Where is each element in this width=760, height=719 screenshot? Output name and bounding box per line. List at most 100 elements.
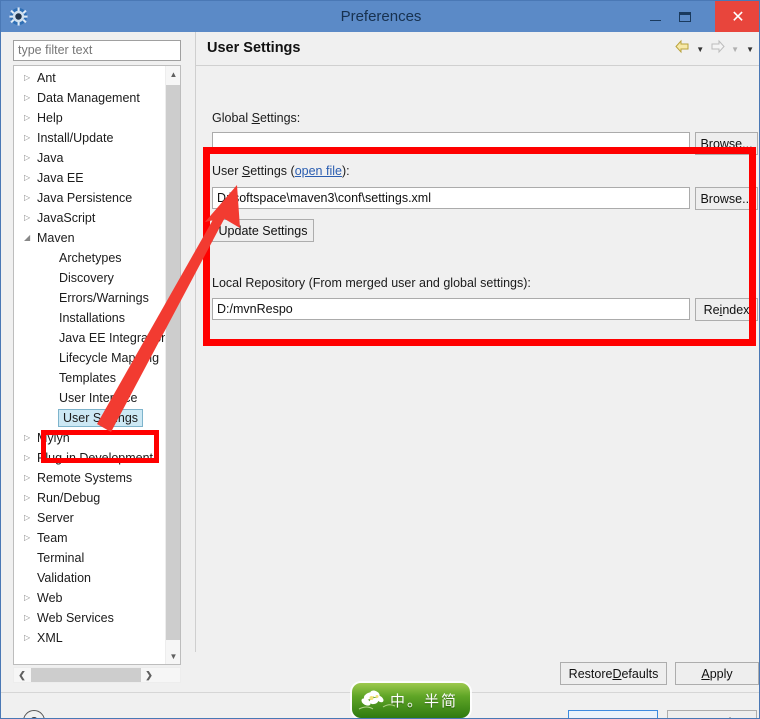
tree-horizontal-scrollbar[interactable]: ❮ ❯ <box>13 667 181 683</box>
sidebar-item-terminal[interactable]: Terminal <box>14 548 166 568</box>
maximize-button[interactable] <box>670 1 700 32</box>
update-settings-button[interactable]: Update Settings <box>212 219 314 242</box>
sidebar-item-lifecycle-mapping[interactable]: Lifecycle Mapping <box>14 348 166 368</box>
sidebar-item-java-persistence[interactable]: ▷ Java Persistence <box>14 188 166 208</box>
sidebar-item-web[interactable]: ▷ Web <box>14 588 166 608</box>
sidebar-item-label: Mylyn <box>37 431 70 445</box>
sidebar-item-web-services[interactable]: ▷ Web Services <box>14 608 166 628</box>
sidebar-item-install-update[interactable]: ▷ Install/Update <box>14 128 166 148</box>
sidebar-item-installations[interactable]: Installations <box>14 308 166 328</box>
watermark-badge: 中。半简 <box>352 683 470 718</box>
sidebar-item-java[interactable]: ▷ Java <box>14 148 166 168</box>
chevron-right-icon: ▷ <box>24 73 31 82</box>
sidebar-item-maven[interactable]: ◢ Maven <box>14 228 166 248</box>
sidebar-item-help[interactable]: ▷ Help <box>14 108 166 128</box>
apply-button[interactable]: Apply <box>675 662 759 685</box>
sidebar-item-label: Team <box>37 531 68 545</box>
sidebar-item-validation[interactable]: Validation <box>14 568 166 588</box>
sidebar-item-label: Java <box>37 151 64 165</box>
scroll-right-icon[interactable]: ❯ <box>141 668 157 682</box>
tree-vertical-scrollbar[interactable]: ▲ ▼ <box>165 66 180 664</box>
preferences-tree: ▷ Ant ▷ Data Management ▷ Help ▷ Install/Update… <box>13 65 181 665</box>
flower-icon <box>358 690 396 710</box>
gear-icon <box>5 4 31 30</box>
restore-defaults-button[interactable]: Restore Defaults <box>560 662 667 685</box>
global-settings-input[interactable] <box>212 132 690 154</box>
sidebar-item-label: Web <box>37 591 63 605</box>
sidebar-item-label: Data Management <box>37 91 140 105</box>
user-settings-input[interactable]: D:\softspace\maven3\conf\settings.xml <box>212 187 690 209</box>
scroll-up-icon[interactable]: ▲ <box>166 66 180 82</box>
sidebar-item-label: Run/Debug <box>37 491 101 505</box>
sidebar-item-java-ee[interactable]: ▷ Java EE <box>14 168 166 188</box>
sidebar-item-label: JavaScript <box>37 211 96 225</box>
sidebar-item-label: Java EE <box>37 171 84 185</box>
sidebar-item-xml[interactable]: ▷ XML <box>14 628 166 648</box>
chevron-right-icon: ▷ <box>24 193 31 202</box>
minimize-button[interactable] <box>640 1 670 32</box>
sidebar-item-remote-systems[interactable]: ▷ Remote Systems <box>14 468 166 488</box>
scrollbar-thumb[interactable] <box>166 85 180 640</box>
sidebar-item-label: Discovery <box>59 271 114 285</box>
chevron-right-icon: ▷ <box>24 593 31 602</box>
chevron-right-icon: ▷ <box>24 173 31 182</box>
chevron-right-icon: ▷ <box>24 113 31 122</box>
global-settings-browse-button[interactable]: Browse... <box>695 132 758 155</box>
sidebar-item-label: Ant <box>37 71 56 85</box>
question-mark-icon[interactable]: ? <box>23 710 45 718</box>
back-dropdown-chevron-down-icon[interactable]: ▼ <box>694 45 706 54</box>
sidebar-item-user-interface[interactable]: User Interface <box>14 388 166 408</box>
view-menu-chevron-down-icon[interactable]: ▼ <box>744 45 756 54</box>
sidebar-item-javascript[interactable]: ▷ JavaScript <box>14 208 166 228</box>
scroll-down-icon[interactable]: ▼ <box>166 648 180 664</box>
sidebar-item-label: Java Persistence <box>37 191 133 205</box>
ok-button[interactable]: OK <box>568 710 658 718</box>
chevron-right-icon: ▷ <box>24 133 31 142</box>
sidebar-item-server[interactable]: ▷ Server <box>14 508 166 528</box>
search-input[interactable]: type filter text <box>13 40 181 61</box>
sidebar-item-java-ee-integration[interactable]: Java EE Integration <box>14 328 168 348</box>
sidebar-item-label: Install/Update <box>37 131 114 145</box>
user-settings-browse-button[interactable]: Browse... <box>695 187 758 210</box>
scroll-left-icon[interactable]: ❮ <box>14 668 30 682</box>
chevron-right-icon: ▷ <box>24 493 31 502</box>
settings-panel: User Settings ▼ ▼ ▼ <box>195 32 759 652</box>
sidebar-item-label: User Settings <box>58 409 144 427</box>
sidebar-item-ant[interactable]: ▷ Ant <box>14 68 166 88</box>
sidebar-item-run-debug[interactable]: ▷ Run/Debug <box>14 488 166 508</box>
sidebar-item-templates[interactable]: Templates <box>14 368 166 388</box>
sidebar-item-label: Archetypes <box>59 251 122 265</box>
reindex-button[interactable]: Re i ndex <box>695 298 758 321</box>
back-arrow-icon[interactable] <box>674 39 691 59</box>
sidebar-item-archetypes[interactable]: Archetypes <box>14 248 166 268</box>
close-button[interactable]: ✕ <box>715 1 759 32</box>
sidebar-item-label: Validation <box>37 571 91 585</box>
cancel-button[interactable]: Cancel <box>667 710 757 718</box>
title-bar: Preferences ✕ <box>1 1 759 32</box>
chevron-down-icon: ◢ <box>24 233 31 242</box>
sidebar-item-label: User Interface <box>59 391 138 405</box>
sidebar-item-label: Installations <box>59 311 126 325</box>
chevron-right-icon: ▷ <box>24 213 31 222</box>
close-icon: ✕ <box>731 8 745 26</box>
sidebar-item-label: Templates <box>59 371 116 385</box>
sidebar-item-team[interactable]: ▷ Team <box>14 528 166 548</box>
chevron-right-icon: ▷ <box>24 633 31 642</box>
dialog-body: type filter text ▷ Ant ▷ Data Management ▷ He… <box>1 32 759 718</box>
sidebar-item-mylyn[interactable]: ▷ Mylyn <box>14 428 166 448</box>
sidebar-item-label: Remote Systems <box>37 471 133 485</box>
chevron-right-icon: ▷ <box>24 613 31 622</box>
sidebar-item-plug-in-development[interactable]: ▷ Plug-in Development <box>14 448 166 468</box>
open-file-link[interactable]: open file <box>295 164 342 178</box>
local-repository-input[interactable]: D:/mvnRespo <box>212 298 690 320</box>
sidebar-item-label: Terminal <box>37 551 85 565</box>
chevron-right-icon: ▷ <box>24 473 31 482</box>
sidebar-item-label: Errors/Warnings <box>59 291 149 305</box>
scrollbar-thumb-horizontal[interactable] <box>31 668 141 682</box>
sidebar-item-discovery[interactable]: Discovery <box>14 268 166 288</box>
chevron-right-icon: ▷ <box>24 93 31 102</box>
sidebar-item-user-settings[interactable]: User Settings <box>14 408 166 428</box>
sidebar-item-data-management[interactable]: ▷ Data Management <box>14 88 166 108</box>
sidebar-item-label: Web Services <box>37 611 114 625</box>
sidebar-item-errors-warnings[interactable]: Errors/Warnings <box>14 288 166 308</box>
